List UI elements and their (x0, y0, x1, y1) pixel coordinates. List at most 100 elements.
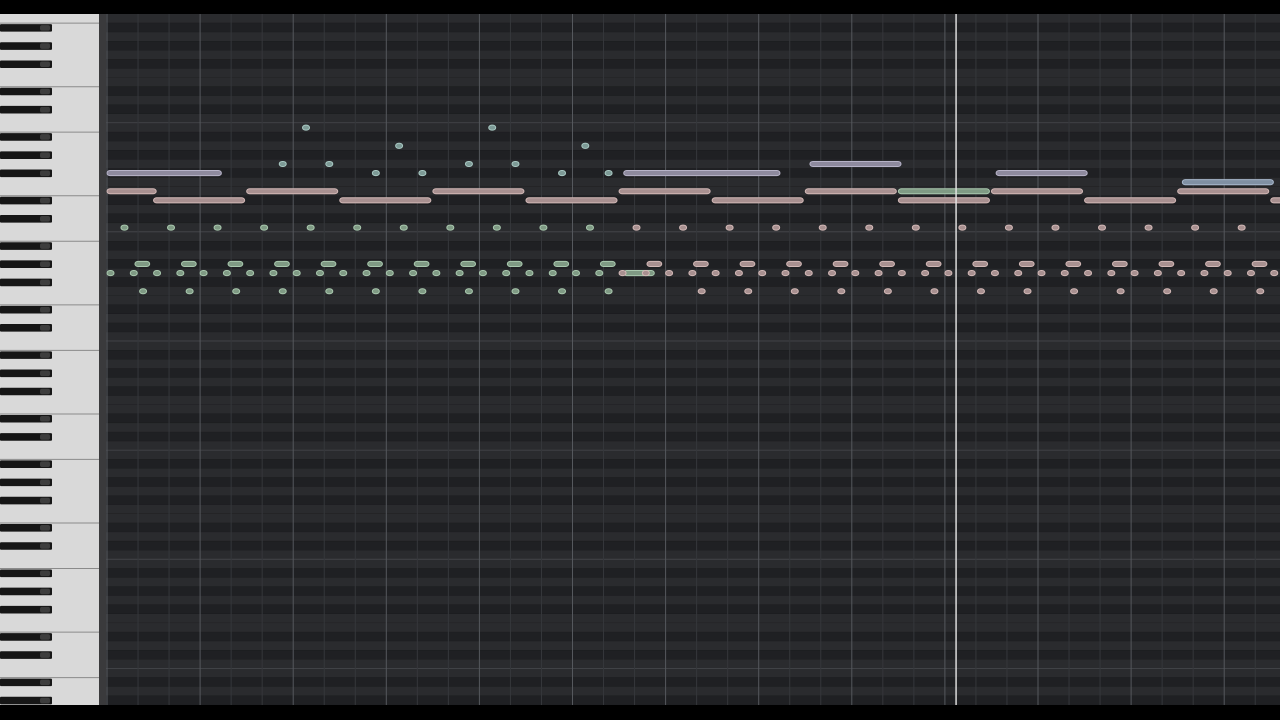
pitch-row (106, 559, 1280, 569)
pitch-row (106, 413, 1280, 424)
pitch-row (106, 68, 1280, 78)
pitch-row (106, 104, 1280, 114)
note-bass (1144, 224, 1153, 231)
note-mid (804, 270, 813, 277)
note-low (418, 288, 427, 295)
note-grid[interactable] (106, 14, 1280, 705)
note-pad (804, 188, 897, 195)
note-arp (558, 170, 567, 177)
note-mid (548, 270, 557, 277)
keyboard-divider[interactable] (99, 14, 106, 705)
note-pad (1177, 188, 1270, 195)
note-arp (325, 160, 334, 168)
pitch-row (106, 213, 1280, 224)
note-bass (1004, 224, 1013, 231)
pitch-row (106, 595, 1280, 605)
note-mid (180, 260, 197, 268)
black-key-highlight (40, 606, 50, 613)
black-key-highlight (40, 679, 50, 686)
pitch-row (106, 14, 1280, 24)
note-pad (106, 188, 157, 195)
note-bass (1051, 224, 1060, 231)
note-low (511, 288, 520, 295)
pitch-row (106, 77, 1280, 87)
black-key-highlight (40, 152, 50, 158)
pitch-row (106, 350, 1280, 360)
black-key-highlight (40, 170, 50, 177)
pitch-row (106, 95, 1280, 105)
note-bass (958, 224, 967, 231)
note-mid (153, 270, 162, 277)
note-bass (772, 224, 781, 231)
note-mid (879, 260, 895, 268)
pitch-row (106, 632, 1280, 642)
black-key-highlight (40, 306, 50, 313)
pitch-row (106, 241, 1280, 251)
note-mid (222, 270, 231, 277)
note-pad (339, 197, 432, 204)
pitch-row (106, 686, 1280, 696)
black-key-highlight (40, 388, 50, 395)
note-pad (525, 197, 618, 204)
note-mid (925, 260, 942, 268)
piano-roll-window (0, 0, 1280, 720)
pitch-row (106, 313, 1280, 324)
note-low (1209, 288, 1218, 295)
black-key-highlight (40, 370, 50, 377)
black-key-highlight (40, 461, 50, 467)
pitch-row (106, 232, 1280, 242)
note-mid (1246, 270, 1255, 277)
note-mid (665, 270, 674, 277)
black-key-highlight (40, 434, 50, 440)
note-mid (1107, 270, 1116, 277)
note-low (464, 288, 473, 295)
note-mid (739, 260, 756, 268)
note-arp (418, 170, 427, 177)
note-lead (106, 170, 222, 177)
note-mid (711, 270, 720, 277)
pitch-row (106, 423, 1280, 433)
note-canvas[interactable] (106, 14, 1280, 705)
note-mid (734, 270, 743, 277)
note-mid (1065, 260, 1082, 268)
black-key-highlight (40, 279, 50, 286)
pitch-row (106, 50, 1280, 60)
black-key-highlight (40, 634, 50, 640)
piano-keyboard[interactable] (0, 14, 100, 705)
note-mid (921, 270, 930, 277)
note-mid (1153, 270, 1162, 277)
pitch-row (106, 395, 1280, 405)
note-mid (134, 260, 151, 268)
pitch-row (106, 659, 1280, 669)
note-mid (385, 270, 394, 277)
pitch-row (106, 541, 1280, 551)
note-bass (911, 224, 920, 231)
note-mid (851, 270, 860, 277)
note-low (837, 288, 846, 295)
note-arp (488, 124, 497, 131)
note-mid (1223, 270, 1232, 277)
pitch-row (106, 432, 1280, 442)
note-mid (413, 260, 430, 268)
note-bass (260, 224, 269, 231)
note-mid (1251, 260, 1268, 268)
note-mid (246, 270, 255, 277)
black-key-highlight (40, 106, 50, 113)
note-mid (292, 270, 301, 277)
note-bass (120, 224, 129, 231)
black-key-highlight (40, 652, 50, 658)
note-bass (679, 224, 688, 231)
note-arp (302, 124, 311, 131)
note-bass (539, 224, 548, 231)
note-mid (641, 270, 650, 277)
note-lead (809, 160, 902, 168)
pitch-row (106, 368, 1280, 378)
piano-keys[interactable] (0, 14, 100, 705)
pitch-row (106, 23, 1280, 33)
pitch-row (106, 177, 1280, 187)
note-mid (990, 270, 999, 277)
note-bass (492, 224, 501, 231)
note-lead (623, 170, 781, 177)
note-mid (874, 270, 883, 277)
note-mid (599, 260, 616, 268)
